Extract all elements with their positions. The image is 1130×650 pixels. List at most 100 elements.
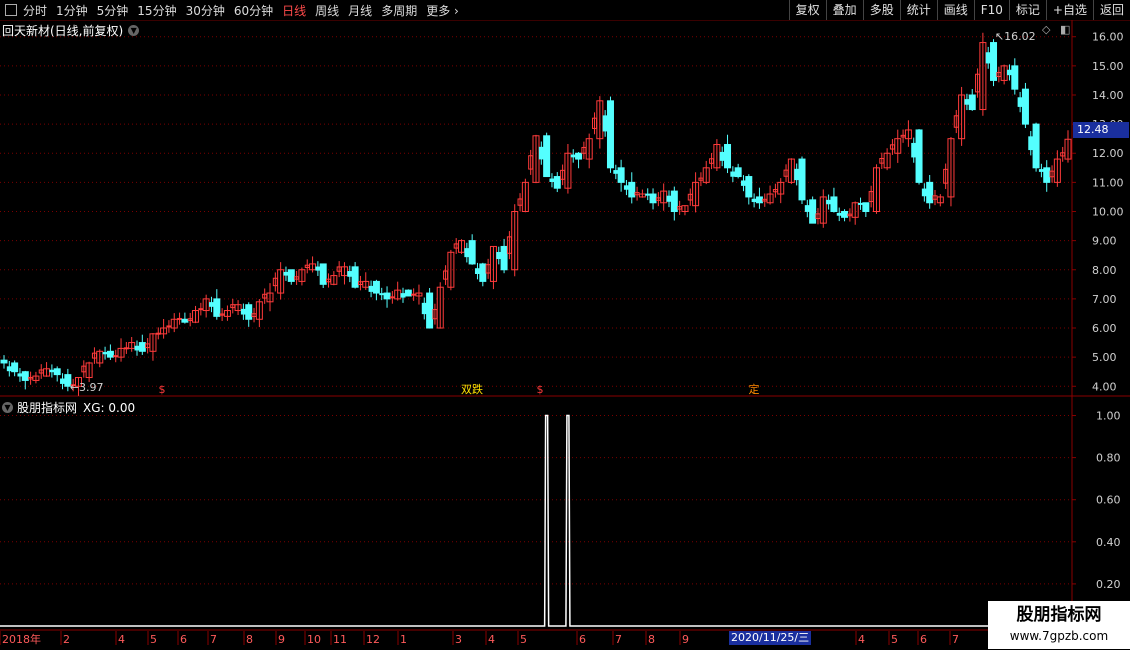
candle-body (623, 185, 629, 190)
time-axis-label: 4 (118, 633, 125, 646)
candle-body (1017, 97, 1023, 107)
candle-body (283, 271, 289, 276)
price-axis-label: 14.00 (1092, 89, 1124, 102)
candle-body (6, 366, 12, 372)
candle-body (602, 115, 608, 132)
candle-body (177, 317, 183, 320)
current-price-tag: 12.48 (1073, 122, 1129, 138)
candle-body (496, 251, 502, 260)
candle-body (198, 308, 204, 311)
candle-body (21, 371, 29, 381)
candle-body (1021, 88, 1029, 125)
candle-body (245, 304, 253, 320)
candle-body (921, 188, 927, 197)
candle-body (915, 129, 923, 183)
candle-body (17, 373, 23, 377)
candle-body (617, 167, 625, 183)
candle-body (208, 302, 214, 307)
candle-body (106, 350, 114, 358)
candle-body (575, 152, 583, 160)
candle-body (411, 293, 417, 296)
time-axis-label: 8 (246, 633, 253, 646)
candle-body (836, 212, 842, 216)
indicator-axis-label: 0.20 (1096, 578, 1121, 591)
candle-body (123, 347, 129, 350)
price-axis-label: 10.00 (1092, 206, 1124, 219)
candle-body (1038, 169, 1044, 172)
watermark: 股朋指标网 www.7gpzb.com (988, 601, 1130, 649)
price-axis-label: 8.00 (1092, 264, 1117, 277)
candle-body (468, 240, 476, 265)
candle-body (798, 158, 806, 201)
time-axis-label: 4 (858, 633, 865, 646)
candle-body (985, 52, 991, 64)
candle-body (538, 146, 544, 160)
candle-body (347, 271, 353, 277)
chart-canvas[interactable]: 16.0015.0014.0013.0012.0011.0010.009.008… (0, 0, 1130, 650)
candle-body (543, 135, 551, 178)
candle-body (0, 359, 8, 364)
price-axis-label: 12.00 (1092, 147, 1124, 160)
indicator-axis-label: 0.40 (1096, 536, 1121, 549)
candle-body (372, 280, 380, 294)
candle-body (734, 167, 742, 178)
candle-body (649, 193, 657, 204)
candle-body (841, 211, 849, 218)
candle-body (751, 198, 757, 203)
time-axis-label: 10 (307, 633, 321, 646)
candle-body (826, 199, 832, 205)
time-axis-label: 9 (278, 633, 285, 646)
candle-body (1032, 123, 1040, 169)
candle-body (990, 42, 998, 81)
signal-marker: 双跌 (461, 382, 483, 396)
time-axis-label: 7 (210, 633, 217, 646)
indicator-axis-label: 1.00 (1096, 410, 1121, 423)
time-axis-label: 5 (150, 633, 157, 646)
price-axis-label: 4.00 (1092, 380, 1117, 393)
candle-body (49, 369, 55, 373)
candle-body (809, 199, 817, 224)
time-axis-label: 3 (455, 633, 462, 646)
time-axis-label: 8 (648, 633, 655, 646)
candle-body (60, 378, 66, 384)
candle-body (645, 193, 651, 196)
price-axis-label: 9.00 (1092, 235, 1117, 248)
candle-body (1028, 136, 1034, 151)
candle-body (474, 268, 480, 275)
time-axis-label: 12 (366, 633, 380, 646)
time-axis-label: 2 (63, 633, 70, 646)
time-axis-label: 1 (400, 633, 407, 646)
candle-body (968, 94, 976, 111)
candle-body (745, 176, 753, 198)
cursor-date: 2020/11/25/三 (729, 631, 812, 645)
candle-body (1043, 167, 1051, 183)
candle-body (1006, 69, 1012, 76)
indicator-line (0, 414, 1072, 627)
signal-marker: 定 (749, 382, 760, 396)
candle-body (315, 266, 321, 271)
price-axis-label: 6.00 (1092, 322, 1117, 335)
candle-body (926, 181, 934, 204)
candle-body (181, 318, 189, 323)
candle-body (719, 151, 725, 161)
candle-body (553, 176, 561, 189)
candle-body (102, 352, 108, 355)
candle-body (138, 342, 146, 352)
watermark-title: 股朋指标网 (1016, 605, 1102, 625)
time-axis-label: 7 (952, 633, 959, 646)
candle-body (570, 154, 576, 158)
candle-body (911, 142, 917, 158)
time-axis-label: 2018年 (2, 632, 41, 646)
time-axis-label: 6 (180, 633, 187, 646)
candle-body (666, 195, 672, 202)
candle-body (379, 293, 385, 296)
candle-body (426, 292, 434, 329)
candle-body (240, 308, 246, 315)
candle-body (549, 178, 555, 182)
time-axis-label: 7 (615, 633, 622, 646)
candle-body (804, 205, 810, 212)
candle-body (613, 170, 619, 174)
candle-body (500, 245, 508, 271)
time-axis-label: 11 (333, 633, 347, 646)
signal-marker: $ (159, 383, 166, 396)
